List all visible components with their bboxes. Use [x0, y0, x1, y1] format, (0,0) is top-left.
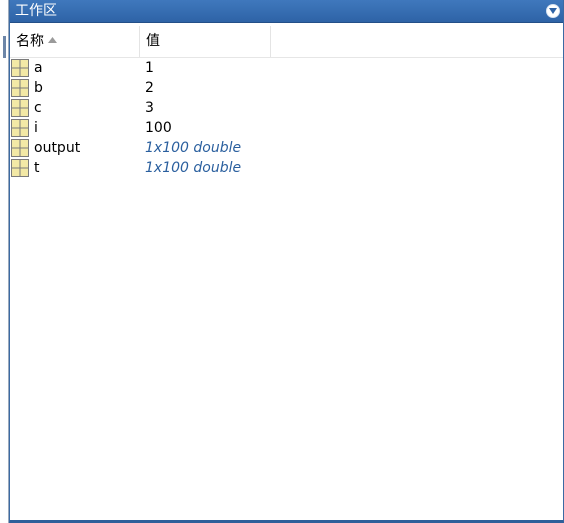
variable-name: output: [34, 140, 81, 156]
variable-row-a[interactable]: a 1: [10, 58, 563, 78]
column-header-row: 名称 值: [10, 26, 563, 58]
column-header-name[interactable]: 名称: [10, 26, 140, 57]
panel-title: 工作区: [15, 3, 57, 19]
variable-row-output[interactable]: output 1x100 double: [10, 138, 563, 158]
column-header-value-label: 值: [146, 33, 160, 49]
workspace-window: 工作区 名称 值 a 1 b 2 c 3 i 100 output 1x100 …: [0, 0, 564, 523]
column-header-name-label: 名称: [16, 33, 44, 50]
workspace-panel: 工作区 名称 值 a 1 b 2 c 3 i 100 output 1x100 …: [9, 0, 564, 523]
variable-name: t: [34, 160, 40, 176]
variable-value: 1x100 double: [145, 160, 242, 176]
variable-name: i: [34, 120, 38, 136]
variable-name: c: [34, 100, 42, 116]
matrix-variable-icon: [11, 99, 29, 117]
variable-value: 3: [145, 100, 154, 116]
variable-list: a 1 b 2 c 3 i 100 output 1x100 double t …: [10, 58, 563, 178]
matrix-variable-icon: [11, 139, 29, 157]
variable-row-t[interactable]: t 1x100 double: [10, 158, 563, 178]
chevron-down-icon: [549, 8, 557, 14]
matrix-variable-icon: [11, 59, 29, 77]
dropdown-circle-icon[interactable]: [546, 4, 560, 18]
column-header-value[interactable]: 值: [140, 26, 271, 57]
variable-row-i[interactable]: i 100: [10, 118, 563, 138]
variable-row-c[interactable]: c 3: [10, 98, 563, 118]
splitter-handle[interactable]: [3, 36, 6, 58]
matrix-variable-icon: [11, 79, 29, 97]
variable-name: b: [34, 80, 43, 96]
variable-value: 100: [145, 120, 172, 136]
variable-value: 2: [145, 80, 154, 96]
panel-titlebar: 工作区: [10, 0, 563, 23]
matrix-variable-icon: [11, 159, 29, 177]
left-frame-strip: [0, 0, 9, 523]
variable-value: 1: [145, 60, 154, 76]
variable-name: a: [34, 60, 43, 76]
variable-value: 1x100 double: [145, 140, 242, 156]
sort-ascending-icon: [48, 24, 57, 55]
matrix-variable-icon: [11, 119, 29, 137]
variable-row-b[interactable]: b 2: [10, 78, 563, 98]
